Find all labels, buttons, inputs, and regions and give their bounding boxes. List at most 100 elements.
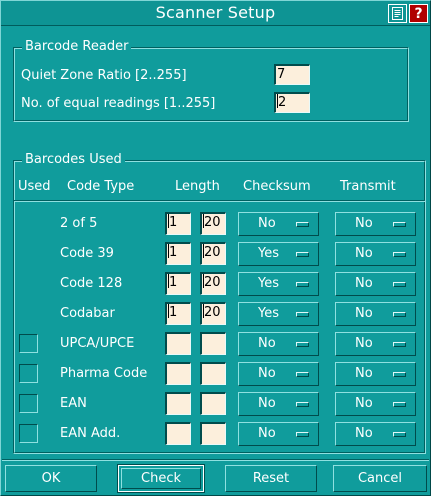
transmit-value: No	[355, 336, 373, 351]
help-icon: ?	[414, 5, 423, 22]
option-menu-indicator-icon	[296, 222, 309, 227]
header-code-type: Code Type	[67, 179, 135, 194]
transmit-option-menu[interactable]: No	[335, 242, 416, 266]
transmit-value: No	[355, 216, 373, 231]
length-min-input[interactable]: 1	[165, 212, 191, 235]
code-type-label: UPCA/UPCE	[60, 336, 135, 351]
option-menu-indicator-icon	[296, 252, 309, 257]
transmit-option-menu[interactable]: No	[335, 272, 416, 296]
used-checkbox[interactable]	[19, 334, 38, 353]
button-bar-divider	[2, 459, 429, 461]
header-transmit: Transmit	[340, 179, 396, 194]
length-max-value: 20	[204, 245, 221, 260]
option-menu-indicator-icon	[393, 432, 406, 437]
length-min-value: 1	[169, 275, 178, 290]
reset-button[interactable]: Reset	[225, 465, 317, 492]
checksum-value: No	[258, 396, 276, 411]
code-type-label: Codabar	[60, 306, 115, 321]
transmit-value: No	[355, 396, 373, 411]
window-title: Scanner Setup	[155, 3, 276, 22]
document-icon[interactable]	[388, 4, 407, 23]
header-length: Length	[175, 179, 220, 194]
option-menu-indicator-icon	[296, 402, 309, 407]
code-type-label: Code 128	[60, 276, 123, 291]
equal-readings-input[interactable]: 2	[274, 92, 310, 113]
code-type-label: 2 of 5	[60, 216, 98, 231]
length-min-input[interactable]	[165, 392, 191, 415]
length-max-input[interactable]	[200, 392, 226, 415]
header-checksum: Checksum	[243, 179, 311, 194]
option-menu-indicator-icon	[393, 222, 406, 227]
length-min-value: 1	[169, 215, 178, 230]
checksum-value: No	[258, 426, 276, 441]
transmit-value: No	[355, 426, 373, 441]
option-menu-indicator-icon	[393, 342, 406, 347]
barcodes-used-legend: Barcodes Used	[22, 152, 125, 167]
code-type-label: Code 39	[60, 246, 114, 261]
length-max-input[interactable]	[200, 422, 226, 445]
help-button[interactable]: ?	[409, 4, 428, 23]
length-min-value: 1	[169, 305, 178, 320]
option-menu-indicator-icon	[296, 372, 309, 377]
code-type-label: EAN	[60, 396, 87, 411]
length-max-input[interactable]: 20	[200, 212, 226, 235]
used-checkbox[interactable]	[19, 364, 38, 383]
transmit-option-menu[interactable]: No	[335, 392, 416, 416]
cancel-button[interactable]: Cancel	[333, 465, 427, 492]
title-bar[interactable]: Scanner Setup ?	[1, 1, 430, 26]
checksum-value: No	[258, 336, 276, 351]
length-max-input[interactable]: 20	[200, 302, 226, 325]
option-menu-indicator-icon	[296, 282, 309, 287]
checksum-option-menu[interactable]: No	[238, 212, 319, 236]
checksum-option-menu[interactable]: No	[238, 422, 319, 446]
length-min-value: 1	[169, 245, 178, 260]
transmit-option-menu[interactable]: No	[335, 422, 416, 446]
option-menu-indicator-icon	[296, 432, 309, 437]
checksum-option-menu[interactable]: Yes	[238, 242, 319, 266]
used-checkbox[interactable]	[19, 394, 38, 413]
length-min-input[interactable]: 1	[165, 242, 191, 265]
option-menu-indicator-icon	[296, 312, 309, 317]
transmit-option-menu[interactable]: No	[335, 302, 416, 326]
option-menu-indicator-icon	[393, 372, 406, 377]
option-menu-indicator-icon	[393, 252, 406, 257]
ok-button[interactable]: OK	[5, 465, 97, 492]
checksum-value: No	[258, 216, 276, 231]
check-button[interactable]: Check	[117, 464, 205, 493]
checksum-value: Yes	[258, 306, 279, 321]
length-max-input[interactable]	[200, 332, 226, 355]
transmit-value: No	[355, 366, 373, 381]
code-type-label: Pharma Code	[60, 366, 148, 381]
length-max-value: 20	[204, 275, 221, 290]
length-min-input[interactable]	[165, 332, 191, 355]
checksum-option-menu[interactable]: No	[238, 332, 319, 356]
option-menu-indicator-icon	[296, 342, 309, 347]
checksum-value: Yes	[258, 246, 279, 261]
checksum-option-menu[interactable]: No	[238, 392, 319, 416]
transmit-value: No	[355, 306, 373, 321]
checksum-option-menu[interactable]: Yes	[238, 302, 319, 326]
length-max-input[interactable]: 20	[200, 272, 226, 295]
length-max-value: 20	[204, 215, 221, 230]
transmit-value: No	[355, 276, 373, 291]
transmit-value: No	[355, 246, 373, 261]
checksum-option-menu[interactable]: Yes	[238, 272, 319, 296]
transmit-option-menu[interactable]: No	[335, 332, 416, 356]
used-checkbox[interactable]	[19, 424, 38, 443]
equal-readings-label: No. of equal readings [1..255]	[21, 96, 216, 111]
length-min-input[interactable]: 1	[165, 302, 191, 325]
checksum-option-menu[interactable]: No	[238, 362, 319, 386]
length-max-input[interactable]: 20	[200, 242, 226, 265]
length-min-input[interactable]	[165, 422, 191, 445]
checksum-value: No	[258, 366, 276, 381]
transmit-option-menu[interactable]: No	[335, 362, 416, 386]
quiet-zone-input[interactable]: 7	[274, 64, 310, 85]
length-max-input[interactable]	[200, 362, 226, 385]
checksum-value: Yes	[258, 276, 279, 291]
transmit-option-menu[interactable]: No	[335, 212, 416, 236]
option-menu-indicator-icon	[393, 282, 406, 287]
length-min-input[interactable]	[165, 362, 191, 385]
scanner-setup-dialog: Scanner Setup ? Barcode Reader Quiet Zon…	[0, 0, 431, 496]
equal-readings-value: 2	[278, 95, 287, 110]
length-min-input[interactable]: 1	[165, 272, 191, 295]
